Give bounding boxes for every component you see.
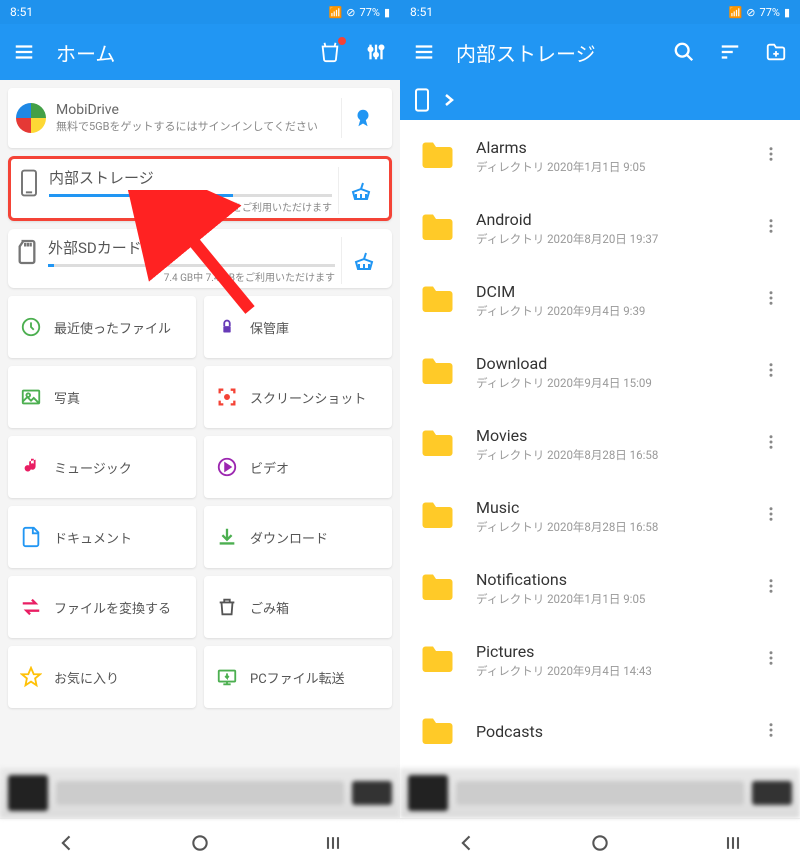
more-icon[interactable] (756, 571, 786, 605)
folder-name: Pictures (476, 642, 756, 661)
menu-icon[interactable] (10, 38, 38, 66)
menu-icon[interactable] (410, 38, 438, 66)
folder-name: Music (476, 498, 756, 517)
folder-meta: ディレクトリ2020年1月1日 9:05 (476, 159, 756, 175)
internal-storage-info: 23.0 GB中 8.1 GBをご利用いただけます (49, 199, 332, 214)
folder-meta: ディレクトリ2020年9月4日 15:09 (476, 375, 756, 391)
internal-storage-card[interactable]: 内部ストレージ 23.0 GB中 8.1 GBをご利用いただけます (8, 156, 392, 221)
back-icon[interactable] (53, 829, 81, 857)
recent-icon[interactable] (719, 829, 747, 857)
tile-recent[interactable]: 最近使ったファイル (8, 296, 196, 358)
status-bar-right: 8:51 📶⊘77%▮ (400, 0, 800, 24)
folder-row[interactable]: Movies ディレクトリ2020年8月28日 16:58 (400, 408, 800, 480)
folder-name: Download (476, 354, 756, 373)
more-icon[interactable] (756, 211, 786, 245)
folder-row[interactable]: Pictures ディレクトリ2020年9月4日 14:43 (400, 624, 800, 696)
folder-row[interactable]: DCIM ディレクトリ2020年9月4日 9:39 (400, 264, 800, 336)
page-title: ホーム (56, 38, 298, 67)
status-bar-left: 8:51 📶⊘77%▮ (0, 0, 400, 24)
android-navbar (0, 818, 800, 867)
internal-storage-title: 内部ストレージ (49, 167, 332, 188)
award-icon (341, 98, 384, 138)
folder-name: Podcasts (476, 722, 756, 741)
more-icon[interactable] (756, 499, 786, 533)
mobidrive-card[interactable]: MobiDrive 無料で5GBをゲットするにはサインインしてください (8, 88, 392, 148)
home-icon[interactable] (586, 829, 614, 857)
folder-list: Alarms ディレクトリ2020年1月1日 9:05 Android ディレクトリ2… (400, 120, 800, 768)
tile-download[interactable]: ダウンロード (204, 506, 392, 568)
tile-document[interactable]: ドキュメント (8, 506, 196, 568)
phone-icon (19, 169, 39, 201)
external-storage-card[interactable]: 外部SDカード 7.4 GB中 7.4 GBをご利用いただけます (8, 229, 392, 288)
status-time: 8:51 (10, 5, 33, 19)
folder-meta: ディレクトリ2020年8月28日 16:58 (476, 447, 756, 463)
external-storage-title: 外部SDカード (48, 237, 335, 258)
folder-name: Android (476, 210, 756, 229)
tile-music[interactable]: ミュージック (8, 436, 196, 498)
search-icon[interactable] (670, 38, 698, 66)
more-icon[interactable] (756, 355, 786, 389)
tile-pctransfer[interactable]: PCファイル転送 (204, 646, 392, 708)
folder-row[interactable]: Podcasts (400, 696, 800, 768)
folder-name: DCIM (476, 282, 756, 301)
folder-row[interactable]: Alarms ディレクトリ2020年1月1日 9:05 (400, 120, 800, 192)
new-folder-icon[interactable] (762, 38, 790, 66)
more-icon[interactable] (756, 427, 786, 461)
external-storage-info: 7.4 GB中 7.4 GBをご利用いただけます (48, 269, 335, 284)
shop-icon[interactable] (316, 38, 344, 66)
more-icon[interactable] (756, 139, 786, 173)
more-icon[interactable] (756, 643, 786, 677)
home-content: MobiDrive 無料で5GBをゲットするにはサインインしてください 内部スト… (0, 80, 400, 768)
folder-meta: ディレクトリ2020年9月4日 9:39 (476, 303, 756, 319)
folder-meta: ディレクトリ2020年8月28日 16:58 (476, 519, 756, 535)
appbar-storage: 内部ストレージ (400, 24, 800, 80)
folder-row[interactable]: Download ディレクトリ2020年9月4日 15:09 (400, 336, 800, 408)
sdcard-icon (16, 239, 38, 269)
folder-name: Alarms (476, 138, 756, 157)
folder-meta: ディレクトリ2020年9月4日 14:43 (476, 663, 756, 679)
more-icon[interactable] (756, 715, 786, 749)
recent-icon[interactable] (319, 829, 347, 857)
folder-meta: ディレクトリ2020年1月1日 9:05 (476, 591, 756, 607)
storage-screen: 8:51 📶⊘77%▮ 内部ストレージ Alarmsディレクトリ202 (400, 0, 800, 818)
mobidrive-title: MobiDrive (56, 102, 341, 118)
tile-vault[interactable]: 保管庫 (204, 296, 392, 358)
folder-name: Notifications (476, 570, 756, 589)
home-icon[interactable] (186, 829, 214, 857)
tile-screenshots[interactable]: スクリーンショット (204, 366, 392, 428)
clean-icon[interactable] (341, 237, 386, 284)
phone-icon (414, 88, 430, 112)
folder-row[interactable]: Android ディレクトリ2020年8月20日 19:37 (400, 192, 800, 264)
breadcrumb[interactable] (400, 80, 800, 120)
ad-banner-right[interactable] (400, 768, 800, 818)
tile-trash[interactable]: ごみ箱 (204, 576, 392, 638)
appbar-home: ホーム (0, 24, 400, 80)
tile-video[interactable]: ビデオ (204, 436, 392, 498)
folder-row[interactable]: Notifications ディレクトリ2020年1月1日 9:05 (400, 552, 800, 624)
chevron-right-icon (444, 93, 454, 107)
folder-meta: ディレクトリ2020年8月20日 19:37 (476, 231, 756, 247)
mobidrive-logo-icon (16, 103, 46, 133)
back-icon[interactable] (453, 829, 481, 857)
tile-convert[interactable]: ファイルを変換する (8, 576, 196, 638)
badge-dot (338, 37, 346, 45)
folder-row[interactable]: Music ディレクトリ2020年8月28日 16:58 (400, 480, 800, 552)
tile-photos[interactable]: 写真 (8, 366, 196, 428)
mobidrive-desc: 無料で5GBをゲットするにはサインインしてください (56, 120, 341, 134)
page-title: 内部ストレージ (456, 38, 652, 67)
tile-favorites[interactable]: お気に入り (8, 646, 196, 708)
more-icon[interactable] (756, 283, 786, 317)
clean-icon[interactable] (338, 167, 383, 214)
home-screen: 8:51 📶⊘77%▮ ホーム (0, 0, 400, 818)
folder-name: Movies (476, 426, 756, 445)
sort-icon[interactable] (716, 38, 744, 66)
status-icons: 📶⊘77%▮ (329, 6, 390, 19)
filter-icon[interactable] (362, 38, 390, 66)
ad-banner-left[interactable] (0, 768, 400, 818)
